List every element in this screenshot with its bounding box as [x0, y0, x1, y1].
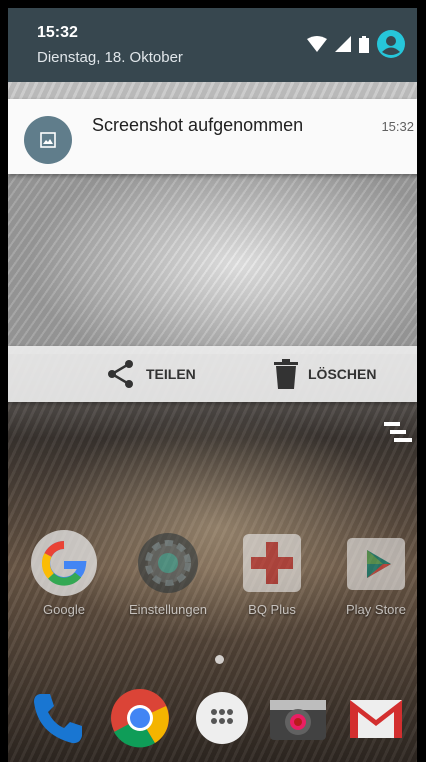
- date: Dienstag, 18. Oktober: [37, 49, 183, 66]
- share-label: TEILEN: [146, 366, 196, 382]
- notification-title: Screenshot aufgenommen: [92, 115, 304, 135]
- app-settings[interactable]: Einstellungen: [122, 530, 214, 617]
- app-bq-plus[interactable]: BQ Plus: [226, 530, 318, 617]
- screenshot-notification[interactable]: Screenshot aufgenommen 15:32: [8, 99, 417, 174]
- notification-actions: TEILEN LÖSCHEN: [8, 346, 417, 402]
- play-store-icon: [343, 530, 409, 596]
- phone-screen: 15:32 Dienstag, 18. Oktober TEILEN LÖSCH…: [8, 8, 417, 762]
- delete-button[interactable]: LÖSCHEN: [274, 346, 376, 402]
- notification-shade-header: 15:32 Dienstag, 18. Oktober: [8, 8, 417, 82]
- notification-time: 15:32: [381, 119, 414, 134]
- share-button[interactable]: TEILEN: [106, 346, 196, 402]
- clock: 15:32: [37, 24, 78, 41]
- app-label: Einstellungen: [128, 602, 208, 617]
- image-icon: [24, 116, 72, 164]
- app-label: BQ Plus: [248, 602, 296, 617]
- wifi-icon: [307, 36, 327, 52]
- delete-label: LÖSCHEN: [308, 366, 377, 382]
- plus-icon: [239, 530, 305, 596]
- app-drawer-icon[interactable]: [192, 688, 252, 748]
- page-indicator: [215, 655, 224, 664]
- app-play-store[interactable]: Play Store: [330, 530, 417, 617]
- screenshot-preview-image[interactable]: [8, 174, 417, 354]
- signal-icon: [335, 36, 351, 52]
- account-icon[interactable]: [377, 30, 405, 58]
- status-icons: [307, 30, 405, 58]
- gear-icon: [135, 530, 201, 596]
- chrome-icon[interactable]: [110, 688, 170, 748]
- gmail-icon[interactable]: [346, 688, 406, 748]
- app-google[interactable]: Google: [18, 530, 110, 617]
- share-icon: [108, 360, 133, 388]
- phone-icon[interactable]: [28, 688, 88, 748]
- google-icon: [31, 530, 97, 596]
- app-label: Google: [43, 602, 85, 617]
- app-label: Play Store: [346, 602, 406, 617]
- trash-icon: [274, 359, 298, 389]
- battery-icon: [359, 35, 369, 53]
- camera-icon[interactable]: [268, 688, 328, 748]
- menu-icon[interactable]: [384, 420, 412, 444]
